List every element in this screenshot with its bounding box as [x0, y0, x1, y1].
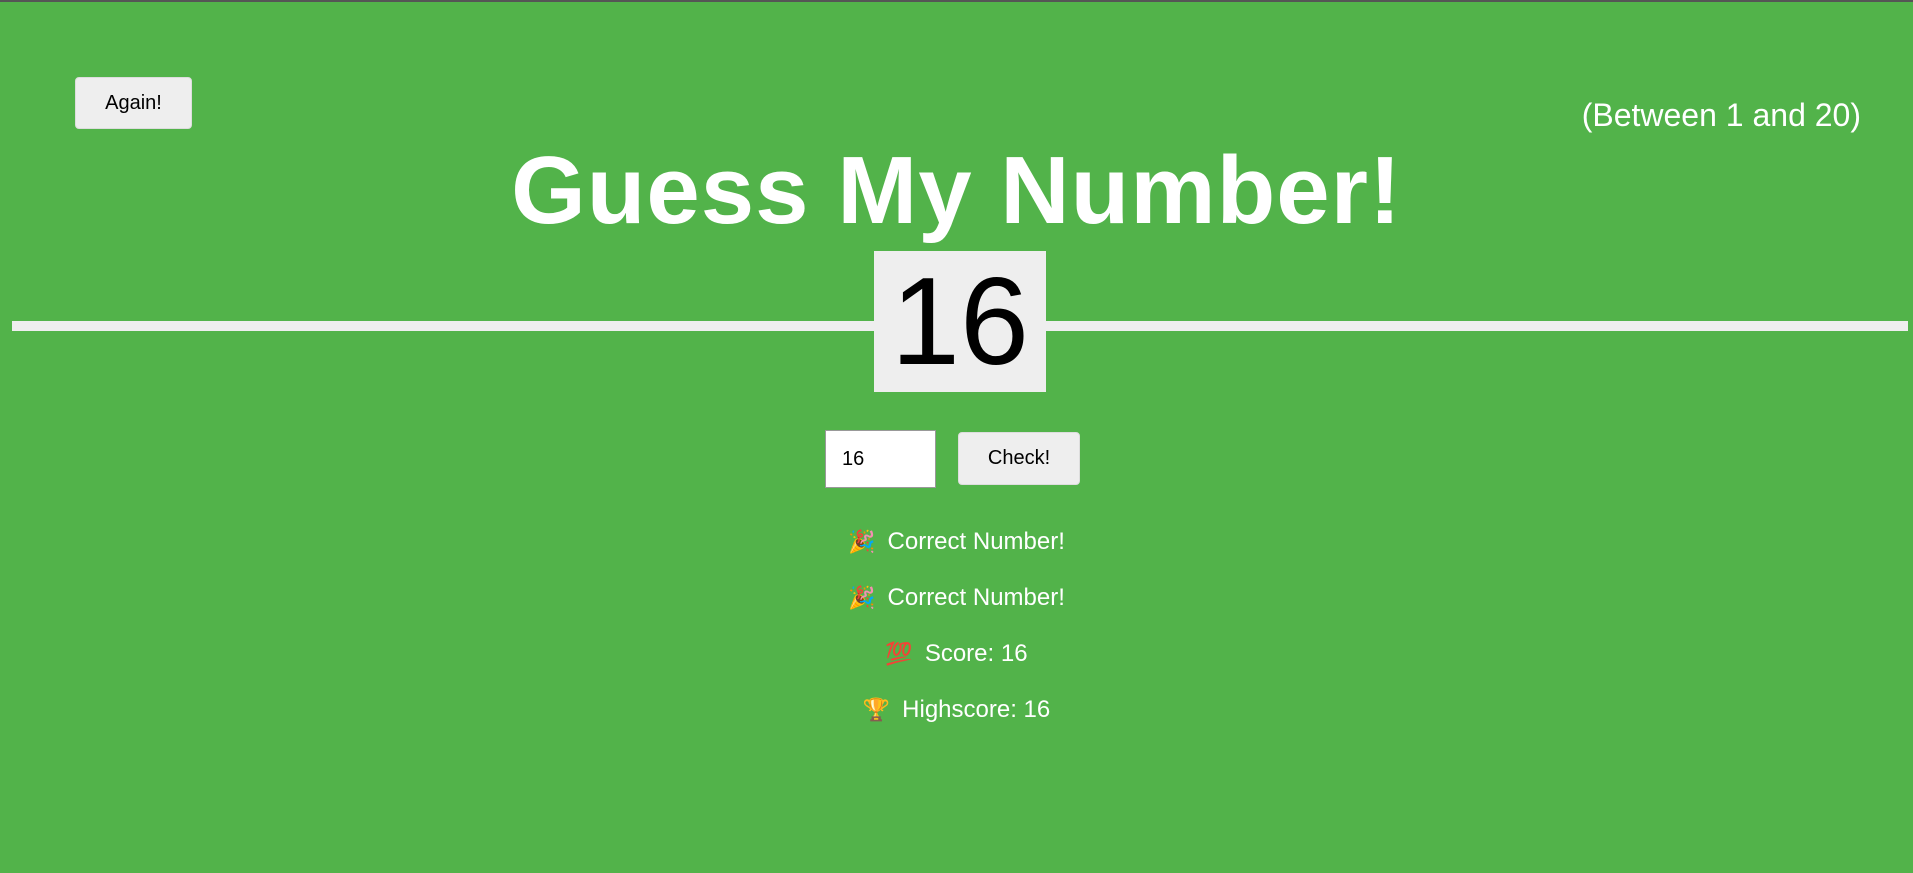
secret-number-box: 16	[874, 251, 1046, 392]
score-text: Score: 16	[924, 640, 1028, 667]
hundred-points-icon: 💯	[885, 641, 913, 666]
page-title: Guess My Number!	[511, 137, 1402, 244]
message-1: 🎉 Correct Number!	[0, 527, 1913, 557]
highscore-text: Highscore: 16	[902, 696, 1051, 723]
party-popper-icon: 🎉	[848, 529, 876, 554]
highscore-line: 🏆 Highscore: 16	[0, 695, 1913, 725]
message-2-text: Correct Number!	[887, 584, 1065, 611]
message-1-text: Correct Number!	[887, 528, 1065, 555]
range-hint: (Between 1 and 20)	[1581, 97, 1861, 133]
guess-input[interactable]	[825, 430, 936, 488]
trophy-icon: 🏆	[862, 697, 891, 722]
window-top-border	[0, 0, 1913, 2]
message-2: 🎉 Correct Number!	[0, 583, 1913, 613]
again-button[interactable]: Again!	[75, 77, 192, 129]
check-button[interactable]: Check!	[958, 432, 1080, 485]
party-popper-icon: 🎉	[848, 585, 876, 610]
score-line: 💯 Score: 16	[0, 639, 1913, 669]
